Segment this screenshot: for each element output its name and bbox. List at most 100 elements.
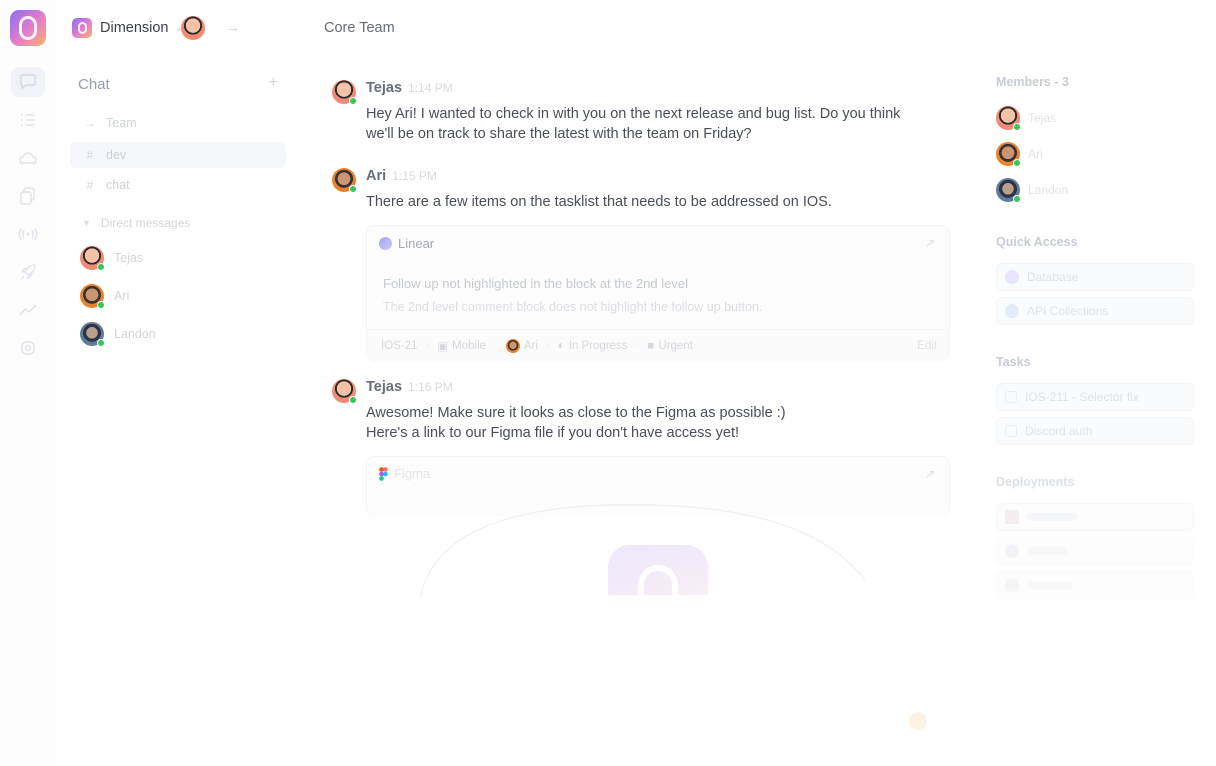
api-icon (1005, 304, 1019, 318)
sidebar-item-team[interactable]: → Team (70, 110, 286, 136)
sidebar-item-chat[interactable]: # chat (70, 172, 286, 198)
assignee-label: Ari (523, 340, 538, 352)
member-name: Landon (1028, 183, 1069, 197)
dm-item-landon[interactable]: Landon (80, 321, 156, 347)
sidebar: Dimension ⌄ → Chat + → Team # dev # chat… (56, 0, 300, 766)
analytics-icon[interactable] (17, 299, 39, 321)
chat-icon[interactable] (11, 67, 45, 97)
avatar (996, 142, 1021, 167)
online-indicator (97, 301, 105, 309)
card-source: Figma (394, 466, 431, 481)
status-icon: ◐ (557, 340, 565, 352)
dm-header-label: Direct messages (100, 216, 191, 230)
arrow-right-icon[interactable]: → (226, 19, 240, 35)
avatar (996, 178, 1021, 203)
dm-item-ari[interactable]: Ari (80, 283, 129, 309)
database-icon (1005, 270, 1019, 284)
message-body: There are a few items on the tasklist th… (366, 192, 946, 212)
member-tejas[interactable]: Tejas (996, 105, 1056, 131)
message-line: Awesome! Make sure it looks as close to … (366, 405, 786, 421)
broadcast-icon[interactable] (17, 223, 39, 245)
issue-meta: IOS-21 · ▣ Mobile · Ari · ◐ In Progress · … (367, 329, 949, 362)
issue-team: ▣ Mobile (437, 339, 486, 353)
documents-icon[interactable] (17, 185, 39, 207)
app-logo[interactable] (10, 10, 46, 46)
online-indicator (349, 97, 357, 105)
sidebar-title: Chat (78, 76, 110, 93)
members-title: Members - 3 (996, 75, 1069, 89)
message-body: Hey Ari! I wanted to check in with you o… (366, 104, 946, 144)
workspace-logo (72, 18, 92, 38)
settings-icon[interactable] (17, 337, 39, 359)
app-logo-watermark (608, 545, 708, 595)
task-item[interactable]: Discord auth (996, 417, 1194, 445)
plus-icon[interactable]: + (269, 74, 278, 92)
workspace-name: Dimension (100, 20, 169, 36)
issue-assignee: Ari (505, 339, 538, 353)
tasks-title: Tasks (996, 355, 1031, 369)
task-item[interactable]: IOS-211 - Selector fix (996, 383, 1194, 411)
avatar[interactable] (332, 379, 357, 404)
cloud-icon[interactable] (17, 147, 39, 169)
edit-button[interactable]: Edit (917, 340, 937, 352)
member-name: Tejas (1028, 111, 1057, 125)
dm-item-tejas[interactable]: Tejas (80, 245, 143, 271)
deployment-item[interactable] (996, 537, 1194, 565)
message-author[interactable]: Ari (366, 168, 386, 184)
member-landon[interactable]: Landon (996, 177, 1068, 203)
priority-label: Urgent (658, 340, 693, 352)
dm-name: Ari (114, 289, 130, 303)
rocket-icon[interactable] (17, 261, 39, 283)
checkbox-icon[interactable] (1005, 425, 1017, 437)
caret-down-icon: ▼ (82, 218, 91, 228)
workspace-switcher[interactable]: Dimension ⌄ → (72, 16, 286, 40)
avatar[interactable] (332, 80, 357, 105)
quick-access-title: Quick Access (996, 235, 1078, 249)
quick-access-database[interactable]: Database (996, 263, 1194, 291)
message: Ari 1:15 PM There are a few items on the… (332, 168, 952, 218)
sidebar-item-label: Team (106, 116, 137, 130)
user-avatar[interactable] (180, 16, 205, 40)
avatar (80, 246, 105, 271)
chat-main: Core Team Tejas 1:14 PM Hey Ari! I wante… (300, 0, 980, 766)
deployment-item[interactable] (996, 503, 1194, 531)
message-time: 1:15 PM (392, 169, 437, 183)
external-link-icon[interactable]: ↗ (925, 236, 935, 250)
message-author[interactable]: Tejas (366, 379, 402, 395)
vercel-icon (1005, 510, 1019, 524)
message-line: Here's a link to our Figma file if you d… (366, 425, 740, 441)
issue-title: Follow up not highlighted in the block a… (383, 276, 688, 291)
member-ari[interactable]: Ari (996, 141, 1043, 167)
online-indicator (97, 339, 105, 347)
sidebar-item-label: dev (106, 148, 127, 162)
linear-issue-card[interactable]: Linear ↗ Follow up not highlighted in th… (366, 225, 950, 362)
avatar (80, 284, 105, 309)
online-indicator (349, 185, 357, 193)
message: Tejas 1:16 PM Awesome! Make sure it look… (332, 379, 952, 449)
quick-access-api-collections[interactable]: API Collections (996, 297, 1194, 325)
quick-access-label: Database (1027, 270, 1079, 284)
online-indicator (1013, 195, 1021, 203)
checkbox-icon[interactable] (1005, 391, 1017, 403)
deployments-title: Deployments (996, 475, 1075, 489)
message-body: Awesome! Make sure it looks as close to … (366, 403, 946, 443)
message-line: There are a few items on the tasklist th… (366, 194, 832, 210)
sidebar-item-label: chat (106, 178, 130, 192)
task-label: IOS-211 - Selector fix (1025, 390, 1139, 404)
online-indicator (1013, 159, 1021, 167)
online-indicator (1013, 123, 1021, 131)
list-icon[interactable] (17, 109, 39, 131)
sidebar-item-dev[interactable]: # dev (70, 142, 286, 168)
external-link-icon[interactable]: ↗ (925, 467, 935, 481)
message-time: 1:16 PM (408, 380, 453, 394)
deployment-item[interactable] (996, 571, 1194, 599)
arrow-icon: → (84, 116, 96, 130)
figma-icon (379, 466, 388, 481)
message-author[interactable]: Tejas (366, 80, 402, 96)
message-line: Hey Ari! I wanted to check in with you o… (366, 106, 901, 122)
channel-title: Core Team (324, 20, 395, 36)
deploy-icon (1005, 578, 1019, 592)
quick-access-label: API Collections (1027, 304, 1109, 318)
avatar[interactable] (332, 168, 357, 193)
dm-section-header[interactable]: ▼ Direct messages (82, 216, 190, 230)
